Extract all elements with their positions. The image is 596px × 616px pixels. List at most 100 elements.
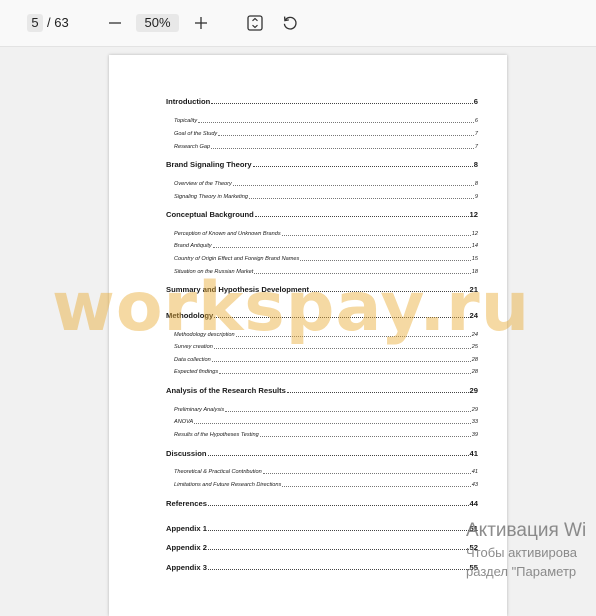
toc-leader-dots	[232, 184, 474, 186]
toc-leader-dots	[300, 259, 471, 261]
toc-entry-page: 6	[474, 118, 478, 124]
rotate-button[interactable]	[278, 11, 302, 35]
rotate-icon	[283, 16, 297, 30]
toc-entry-title: Perception of Known and Unknown Brands	[174, 231, 281, 237]
watermark: workspay.ru	[52, 268, 531, 347]
toc-leader-dots	[207, 530, 469, 531]
toc-leader-dots	[219, 372, 471, 374]
toc-entry-title: Appendix 3	[166, 563, 207, 572]
toc-entry-title: Brand Signaling Theory	[166, 160, 252, 169]
toc-entry[interactable]: Appendix 2 52	[166, 543, 478, 552]
toc-leader-dots	[211, 360, 471, 362]
toc-leader-dots	[225, 410, 471, 412]
toc-entry-title: Analysis of the Research Results	[166, 386, 286, 395]
toc-entry[interactable]: Brand Antiquity 14	[174, 243, 478, 249]
toc-entry-page: 43	[471, 482, 478, 488]
toc-leader-dots	[218, 134, 474, 136]
toc-entry[interactable]: Brand Signaling Theory 8	[166, 160, 478, 169]
toc-entry[interactable]: Overview of the Theory 8	[174, 181, 478, 187]
toc-entry-title: Brand Antiquity	[174, 243, 212, 249]
toc-entry-title: Country of Origin Effect and Foreign Bra…	[174, 256, 300, 262]
toc-entry[interactable]: Topicality 6	[174, 118, 478, 124]
toc-leader-dots	[211, 103, 473, 104]
toc-entry-page: 12	[471, 231, 478, 237]
toc-entry-page: 8	[473, 160, 478, 169]
toc-leader-dots	[249, 197, 474, 199]
zoom-level-input[interactable]: 50%	[136, 14, 179, 32]
toc-entry[interactable]: Appendix 3 55	[166, 563, 478, 572]
toc-entry-title: Results of the Hypotheses Testing	[174, 432, 259, 438]
current-page-input[interactable]: 5	[27, 14, 43, 32]
toc-entry-title: ANOVA	[174, 419, 194, 425]
toc-leader-dots	[282, 485, 471, 487]
toc-leader-dots	[207, 505, 469, 506]
toc-leader-dots	[254, 216, 469, 217]
toc-entry[interactable]: Introduction 6	[166, 97, 478, 106]
pdf-toolbar: 5 / 63 50%	[0, 0, 596, 47]
toc-entry-title: Introduction	[166, 97, 211, 106]
toc-entry-page: 7	[474, 144, 478, 150]
toc-entry[interactable]: ANOVA 33	[174, 419, 478, 425]
toc-entry[interactable]: Data collection 28	[174, 357, 478, 363]
toc-entry-page: 12	[469, 210, 478, 219]
toc-entry[interactable]: Limitations and Future Research Directio…	[174, 482, 478, 488]
toc-entry-page: 6	[473, 97, 478, 106]
toc-leader-dots	[252, 166, 473, 167]
toc-entry[interactable]: References 44	[166, 499, 478, 508]
toc-leader-dots	[207, 549, 469, 550]
toc-entry-page: 28	[471, 369, 478, 375]
activation-title: Активация Wi	[466, 520, 587, 541]
toc-entry-title: References	[166, 499, 207, 508]
toc-entry-title: Appendix 2	[166, 543, 207, 552]
toc-entry-page: 44	[469, 499, 478, 508]
toc-entry-page: 33	[471, 419, 478, 425]
windows-activation-notice: Активация Wi Чтобы активирова раздел "Па…	[466, 519, 586, 581]
toc-entry[interactable]: Analysis of the Research Results 29	[166, 386, 478, 395]
zoom-in-button[interactable]	[189, 11, 213, 35]
toc-entry-page: 41	[471, 469, 478, 475]
toc-leader-dots	[198, 121, 474, 123]
toc-leader-dots	[262, 472, 471, 474]
toc-entry[interactable]: Expected findings 28	[174, 369, 478, 375]
toc-leader-dots	[281, 234, 471, 236]
toc-entry-title: Theoretical & Practical Contribution	[174, 469, 262, 475]
toc-entry-title: Signaling Theory in Marketing	[174, 194, 248, 200]
toc-entry[interactable]: Research Gap 7	[174, 144, 478, 150]
toc-entry[interactable]: Discussion 41	[166, 449, 478, 458]
toc-entry-title: Topicality	[174, 118, 198, 124]
plus-icon	[195, 17, 207, 29]
toc-leader-dots	[286, 392, 469, 393]
toc-entry[interactable]: Results of the Hypotheses Testing 39	[174, 432, 478, 438]
toc-entry-page: 8	[474, 181, 478, 187]
activation-line-2: раздел "Параметр	[466, 564, 577, 579]
toc-entry-page: 41	[469, 449, 478, 458]
toc-entry-title: Overview of the Theory	[174, 181, 232, 187]
activation-line-1: Чтобы активирова	[466, 545, 578, 560]
fit-page-icon	[247, 15, 263, 31]
toc-entry[interactable]: Country of Origin Effect and Foreign Bra…	[174, 256, 478, 262]
toc-entry[interactable]: Theoretical & Practical Contribution 41	[174, 469, 478, 475]
toc-leader-dots	[211, 147, 474, 149]
toc-entry-title: Goal of the Study	[174, 131, 218, 137]
toc-entry[interactable]: Preliminary Analysis 29	[174, 407, 478, 413]
toc-entry[interactable]: Signaling Theory in Marketing 9	[174, 194, 478, 200]
toc-entry[interactable]: Appendix 1 51	[166, 524, 478, 533]
toc-entry[interactable]: Conceptual Background 12	[166, 210, 478, 219]
toc-leader-dots	[212, 246, 471, 248]
toc-entry-page: 7	[474, 131, 478, 137]
toc-entry-title: Conceptual Background	[166, 210, 254, 219]
minus-icon	[109, 22, 121, 24]
toc-entry[interactable]: Goal of the Study 7	[174, 131, 478, 137]
toc-entry-page: 29	[471, 407, 478, 413]
toc-entry-page: 15	[471, 256, 478, 262]
zoom-out-button[interactable]	[103, 11, 127, 35]
toc-entry-page: 14	[471, 243, 478, 249]
toc-entry-page: 9	[474, 194, 478, 200]
toc-entry-title: Preliminary Analysis	[174, 407, 225, 413]
toc-entry-page: 29	[469, 386, 478, 395]
toc-entry-title: Appendix 1	[166, 524, 207, 533]
total-pages-label: / 63	[47, 15, 69, 30]
toc-entry[interactable]: Perception of Known and Unknown Brands 12	[174, 231, 478, 237]
toc-entry-title: Data collection	[174, 357, 211, 363]
fit-page-button[interactable]	[243, 11, 267, 35]
